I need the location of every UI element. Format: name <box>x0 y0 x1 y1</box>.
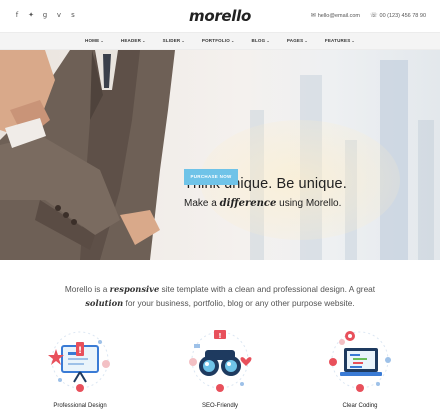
intro-emphasis: responsive <box>109 284 160 294</box>
main-nav: HOME⌄ HEADER⌄ SLIDER⌄ PORTFOLIO⌄ BLOG⌄ P… <box>0 32 440 50</box>
svg-text:!: ! <box>218 332 221 340</box>
email-link[interactable]: ✉ hello@email.com <box>311 12 360 19</box>
hero-banner: Think unique. Be unique. Make a differen… <box>0 50 440 260</box>
nav-label: BLOG <box>251 38 266 43</box>
sub-text: using Morello. <box>276 198 342 209</box>
nav-item-home[interactable]: HOME⌄ <box>85 38 104 43</box>
nav-item-portfolio[interactable]: PORTFOLIO⌄ <box>202 38 235 43</box>
design-board-icon: ! <box>48 331 110 392</box>
chevron-down-icon: ⌄ <box>304 38 308 43</box>
intro-text: Morello is a responsive site template wi… <box>0 282 440 310</box>
nav-label: PAGES <box>286 38 304 43</box>
chevron-down-icon: ⌄ <box>181 38 185 43</box>
intro-part: Morello is a <box>64 284 110 294</box>
nav-item-header[interactable]: HEADER⌄ <box>121 38 146 43</box>
nav-label: HOME <box>85 38 100 43</box>
phone-text: 00 (123) 456 78 90 <box>379 13 426 19</box>
chevron-down-icon: ⌄ <box>266 38 270 43</box>
nav-item-blog[interactable]: BLOG⌄ <box>252 38 270 43</box>
envelope-icon: ✉ <box>310 12 316 19</box>
feature-label: Professional Design <box>53 403 107 409</box>
phone-icon: ☏ <box>370 12 378 19</box>
feature-clear-coding[interactable]: Clear Coding <box>310 322 410 419</box>
nav-label: HEADER <box>120 38 142 43</box>
nav-item-pages[interactable]: PAGES⌄ <box>287 38 308 43</box>
hero-subheadline: Make a difference using Morello. <box>184 198 347 209</box>
sub-emphasis: difference <box>219 198 277 209</box>
contact-info: ✉ hello@email.com ☏ 00 (123) 456 78 90 <box>311 12 426 19</box>
nav-item-features[interactable]: FEATURES⌄ <box>325 38 355 43</box>
nav-label: SLIDER <box>162 38 181 43</box>
intro-part: for your business, portfolio, blog or an… <box>123 298 355 308</box>
businessman-image <box>0 50 175 260</box>
intro-emphasis: solution <box>85 298 124 308</box>
chevron-down-icon: ⌄ <box>230 38 235 43</box>
phone-link[interactable]: ☏ 00 (123) 456 78 90 <box>370 12 426 19</box>
feature-seo-friendly[interactable]: ! SEO-Friendly <box>170 322 270 419</box>
laptop-code-icon <box>329 331 391 392</box>
binoculars-icon: ! <box>189 330 252 392</box>
feature-label: Clear Coding <box>342 403 378 409</box>
feature-professional-design[interactable]: ! Professional Design <box>30 322 130 419</box>
chevron-down-icon: ⌄ <box>142 38 146 43</box>
chevron-down-icon: ⌄ <box>351 38 355 43</box>
feature-label: SEO-Friendly <box>201 403 238 409</box>
intro-part: site template with a clean and professio… <box>159 284 376 294</box>
nav-item-slider[interactable]: SLIDER⌄ <box>163 38 185 43</box>
svg-text:!: ! <box>78 346 82 356</box>
purchase-now-button[interactable]: PURCHASE NOW <box>184 169 238 185</box>
background-building <box>418 120 434 260</box>
top-bar: f ✦ g v s morello ✉ hello@email.com ☏ 00 (… <box>0 0 440 32</box>
sub-text: Make a <box>184 198 220 209</box>
email-text: hello@email.com <box>317 13 360 19</box>
nav-label: FEATURES <box>324 38 351 43</box>
chevron-down-icon: ⌄ <box>100 38 104 43</box>
nav-label: PORTFOLIO <box>201 38 230 43</box>
